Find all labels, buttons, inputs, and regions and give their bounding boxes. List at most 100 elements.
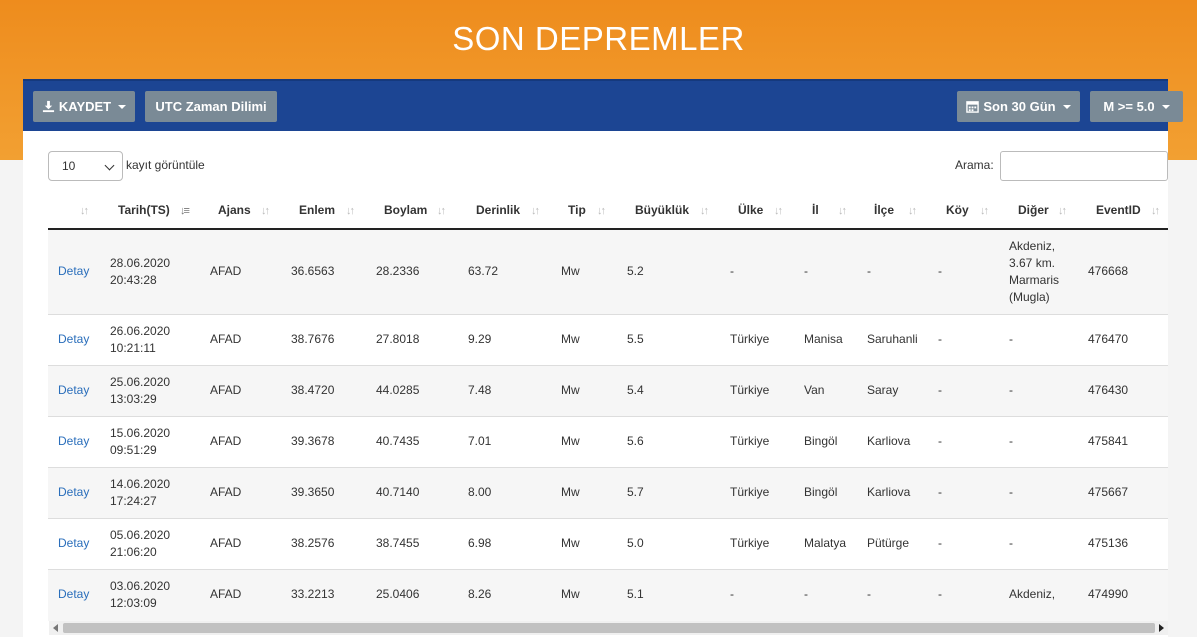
depth-cell: 7.01: [468, 434, 492, 448]
province-cell: Bingöl: [804, 434, 838, 448]
event-id-cell: 476668: [1088, 264, 1129, 278]
table-row: Detay 28.06.2020 20:43:28 AFAD 36.6563 2…: [48, 230, 1168, 315]
other-cell: Akdeniz,: [1009, 587, 1056, 601]
page-title: SON DEPREMLER: [452, 20, 745, 57]
other-cell: -: [1009, 434, 1013, 448]
utc-timezone-button[interactable]: UTC Zaman Dilimi: [145, 91, 277, 122]
col-header-type[interactable]: Tip: [568, 203, 586, 217]
table-row: Detay 03.06.2020 12:03:09 AFAD 33.2213 2…: [48, 570, 1168, 621]
province-cell: -: [804, 587, 808, 601]
col-header-event-id[interactable]: EventID: [1096, 203, 1141, 217]
col-header-country[interactable]: Ülke: [738, 203, 763, 217]
detail-link[interactable]: Detay: [58, 433, 89, 450]
detail-link[interactable]: Detay: [58, 535, 89, 552]
col-header-province[interactable]: İl: [812, 203, 819, 217]
date-cell: 26.06.2020: [110, 324, 171, 338]
col-header-village[interactable]: Köy: [946, 203, 969, 217]
date-cell: 14.06.2020: [110, 477, 171, 491]
sort-icon[interactable]: ↓↑: [838, 205, 847, 217]
table-row: Detay 14.06.2020 17:24:27 AFAD 39.3650 4…: [48, 468, 1168, 519]
other-cell: -: [1009, 485, 1013, 499]
other-cell: -: [1009, 536, 1013, 550]
type-cell: Mw: [561, 587, 580, 601]
col-header-agency[interactable]: Ajans: [218, 203, 251, 217]
search-input[interactable]: [1000, 151, 1168, 181]
district-cell: -: [867, 587, 871, 601]
sort-icon[interactable]: ↓↑: [1058, 205, 1067, 217]
other-cell: Akdeniz, 3.67 km. Marmaris (Mugla): [1009, 239, 1059, 304]
horizontal-scrollbar[interactable]: [49, 621, 1168, 635]
depth-cell: 63.72: [468, 264, 499, 278]
sort-icon[interactable]: ↓↑: [774, 205, 783, 217]
lat-cell: 36.6563: [291, 264, 335, 278]
event-id-cell: 475136: [1088, 536, 1129, 550]
type-cell: Mw: [561, 485, 580, 499]
type-cell: Mw: [561, 434, 580, 448]
village-cell: -: [938, 587, 942, 601]
village-cell: -: [938, 536, 942, 550]
magnitude-button-label: M >= 5.0: [1103, 99, 1155, 114]
agency-cell: AFAD: [210, 485, 242, 499]
agency-cell: AFAD: [210, 264, 242, 278]
col-header-depth[interactable]: Derinlik: [476, 203, 520, 217]
event-id-cell: 475841: [1088, 434, 1129, 448]
detail-link[interactable]: Detay: [58, 484, 89, 501]
agency-cell: AFAD: [210, 587, 242, 601]
col-header-district[interactable]: İlçe: [874, 203, 894, 217]
magnitude-cell: 5.2: [627, 264, 644, 278]
table-row: Detay 15.06.2020 09:51:29 AFAD 39.3678 4…: [48, 417, 1168, 468]
district-cell: Karliova: [867, 434, 911, 448]
sort-icon[interactable]: ↓↑: [80, 205, 89, 217]
detail-link[interactable]: Detay: [58, 263, 89, 280]
sort-desc-icon[interactable]: ↓≡: [180, 205, 190, 217]
detail-link[interactable]: Detay: [58, 586, 89, 603]
scroll-left-icon[interactable]: [53, 624, 58, 632]
agency-cell: AFAD: [210, 383, 242, 397]
depth-cell: 7.48: [468, 383, 492, 397]
district-cell: -: [867, 264, 871, 278]
lon-cell: 27.8018: [376, 332, 420, 346]
period-button-label: Son 30 Gün: [983, 99, 1056, 114]
type-cell: Mw: [561, 332, 580, 346]
col-header-date[interactable]: Tarih(TS): [118, 203, 170, 217]
col-header-other[interactable]: Diğer: [1018, 203, 1049, 217]
lat-cell: 38.2576: [291, 536, 335, 550]
detail-link[interactable]: Detay: [58, 382, 89, 399]
lat-cell: 33.2213: [291, 587, 335, 601]
time-cell: 21:06:20: [110, 545, 157, 559]
sort-icon[interactable]: ↓↑: [531, 205, 540, 217]
page-length-select[interactable]: 10: [48, 151, 123, 181]
sort-icon[interactable]: ↓↑: [437, 205, 446, 217]
scroll-right-icon[interactable]: [1159, 624, 1164, 632]
col-header-lat[interactable]: Enlem: [299, 203, 335, 217]
detail-link[interactable]: Detay: [58, 331, 89, 348]
scrollbar-thumb[interactable]: [63, 623, 1155, 633]
province-cell: Manisa: [804, 332, 843, 346]
col-header-lon[interactable]: Boylam: [384, 203, 427, 217]
country-cell: -: [730, 587, 734, 601]
col-header-magnitude[interactable]: Büyüklük: [635, 203, 689, 217]
utc-button-label: UTC Zaman Dilimi: [155, 99, 267, 114]
sort-icon[interactable]: ↓↑: [908, 205, 917, 217]
village-cell: -: [938, 434, 942, 448]
event-id-cell: 474990: [1088, 587, 1129, 601]
sort-icon[interactable]: ↓↑: [1151, 205, 1160, 217]
lon-cell: 25.0406: [376, 587, 420, 601]
time-cell: 20:43:28: [110, 273, 157, 287]
chevron-down-icon: [1062, 104, 1071, 109]
other-cell: -: [1009, 332, 1013, 346]
sort-icon[interactable]: ↓↑: [346, 205, 355, 217]
magnitude-button[interactable]: M >= 5.0: [1090, 91, 1183, 122]
sort-icon[interactable]: ↓↑: [700, 205, 709, 217]
sort-icon[interactable]: ↓↑: [261, 205, 270, 217]
save-button[interactable]: KAYDET: [33, 91, 135, 122]
country-cell: -: [730, 264, 734, 278]
sort-icon[interactable]: ↓↑: [980, 205, 989, 217]
lon-cell: 28.2336: [376, 264, 420, 278]
page-length-label: kayıt görüntüle: [126, 158, 205, 172]
date-cell: 03.06.2020: [110, 579, 171, 593]
sort-icon[interactable]: ↓↑: [597, 205, 606, 217]
province-cell: Malatya: [804, 536, 847, 550]
chevron-down-icon: [118, 104, 127, 109]
period-button[interactable]: Son 30 Gün: [957, 91, 1080, 122]
